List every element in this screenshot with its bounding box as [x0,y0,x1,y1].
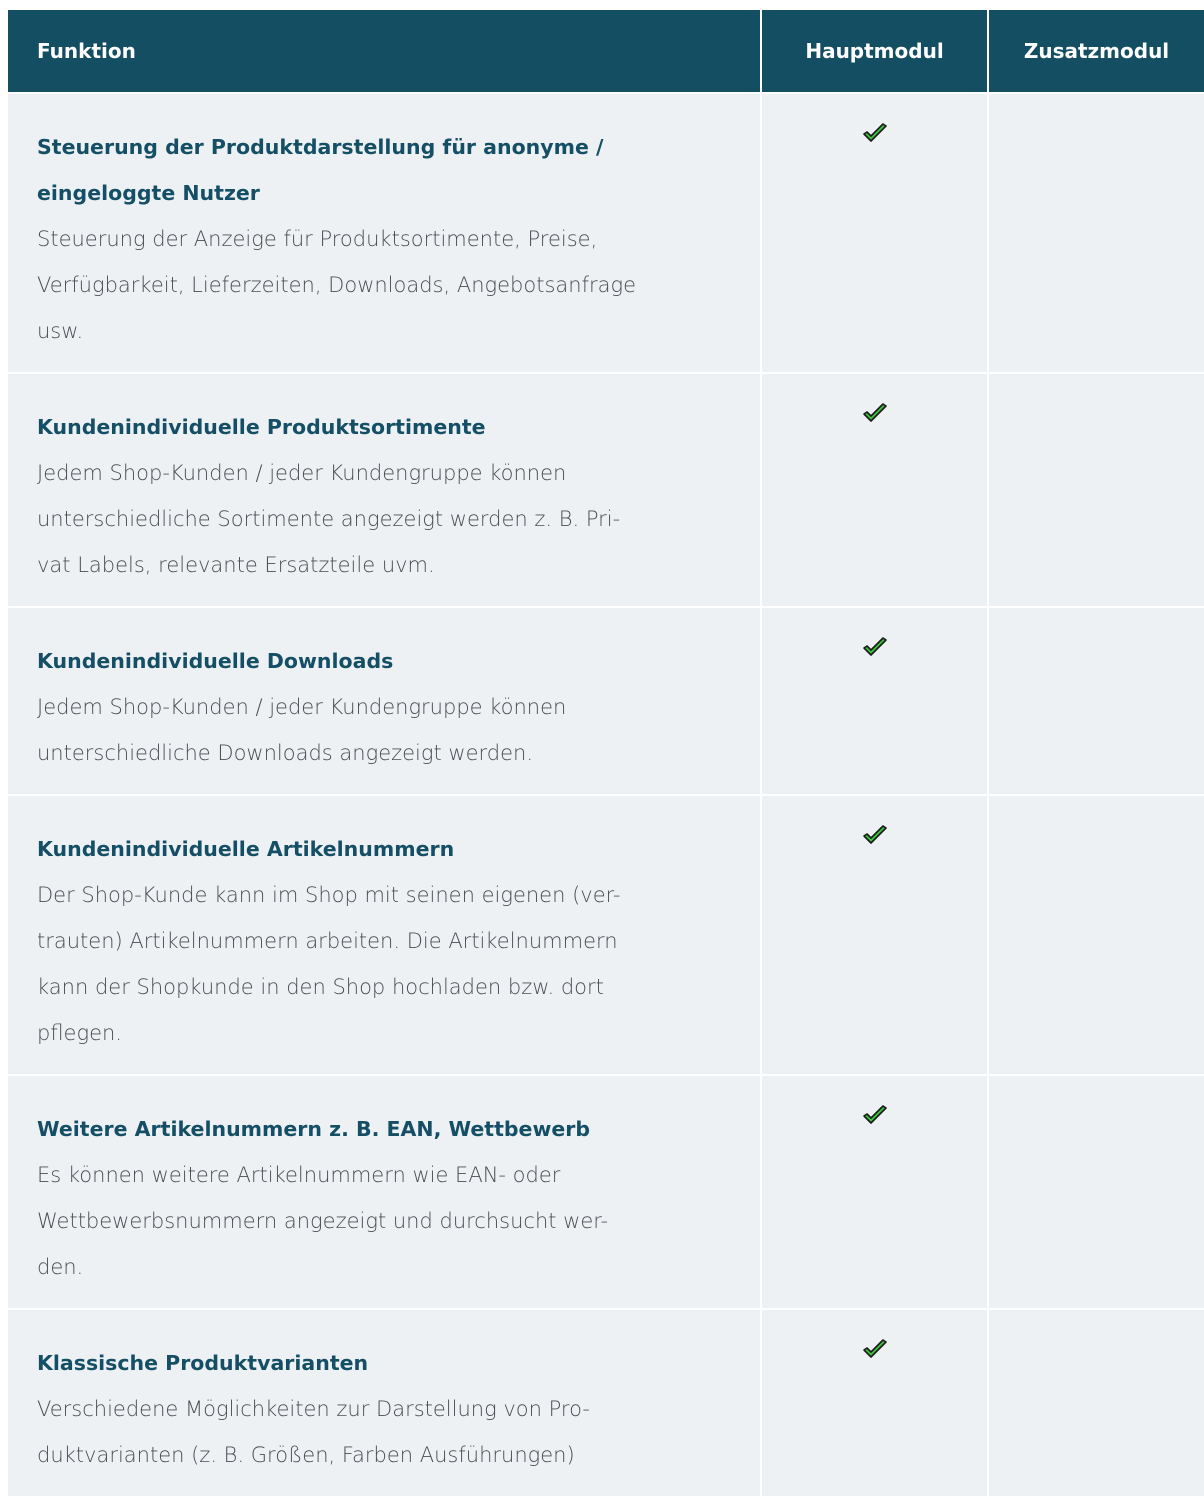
feature-title: Klassische Produktvarianten [37,1351,369,1375]
feature-description: unterschiedliche Sortimente angezeigt we… [37,507,621,531]
feature-description: Verfügbarkeit, Lieferzeiten, Downloads, … [37,273,636,297]
main-module-cell [762,608,987,794]
feature-cell: Klassische Produktvarianten Verschiedene … [8,1310,760,1496]
table-body: Steuerung der Produktdarstellung für ano… [8,94,1204,1496]
feature-description: Der Shop-Kunde kann im Shop mit seinen e… [37,883,621,907]
table-row: Steuerung der Produktdarstellung für ano… [8,94,1204,372]
main-module-cell [762,374,987,606]
feature-title: eingeloggte Nutzer [37,181,260,205]
feature-description: pflegen. [37,1021,122,1045]
addon-module-cell [989,1310,1204,1496]
feature-description: Wettbewerbsnummern angezeigt und durchsu… [37,1209,609,1233]
main-module-cell [762,796,987,1074]
feature-description: trauten) Artikelnummern arbeiten. Die Ar… [37,929,618,953]
feature-description: usw. [37,319,84,343]
feature-cell: Weitere Artikelnummern z. B. EAN, Wettbe… [8,1076,760,1308]
check-icon [862,402,888,424]
feature-title: Kundenindividuelle Artikelnummern [37,837,455,861]
check-icon [862,1104,888,1126]
table-row: Weitere Artikelnummern z. B. EAN, Wettbe… [8,1076,1204,1308]
header-feature: Funktion [8,10,760,92]
feature-cell: Kundenindividuelle Produktsortimente Jede… [8,374,760,606]
feature-title: Steuerung der Produktdarstellung für ano… [37,135,604,159]
feature-comparison-table: Funktion Hauptmodul Zusatzmodul Steuerun… [8,10,1204,1496]
header-addon-module: Zusatzmodul [989,10,1204,92]
feature-cell: Kundenindividuelle Downloads Jedem Shop-K… [8,608,760,794]
feature-description: kann der Shopkunde in den Shop hochladen… [37,975,604,999]
feature-cell: Steuerung der Produktdarstellung für ano… [8,94,760,372]
addon-module-cell [989,1076,1204,1308]
feature-title: Kundenindividuelle Produktsortimente [37,415,486,439]
feature-cell: Kundenindividuelle Artikelnummern Der Sho… [8,796,760,1074]
feature-title: Kundenindividuelle Downloads [37,649,394,673]
header-main-module: Hauptmodul [762,10,987,92]
table-header: Funktion Hauptmodul Zusatzmodul [8,10,1204,92]
main-module-cell [762,1076,987,1308]
feature-description: Steuerung der Anzeige für Produktsortime… [37,227,598,251]
feature-description: vat Labels, relevante Ersatzteile uvm. [37,553,435,577]
feature-description: Jedem Shop-Kunden / jeder Kundengruppe k… [37,461,567,485]
addon-module-cell [989,374,1204,606]
main-module-cell [762,1310,987,1496]
table-row: Kundenindividuelle Downloads Jedem Shop-K… [8,608,1204,794]
table-row: Kundenindividuelle Produktsortimente Jede… [8,374,1204,606]
feature-description: Es können weitere Artikelnummern wie EAN… [37,1163,561,1187]
feature-title: Weitere Artikelnummern z. B. EAN, Wettbe… [37,1117,591,1141]
check-icon [862,824,888,846]
feature-description: den. [37,1255,84,1279]
feature-description: unterschiedliche Downloads angezeigt wer… [37,741,533,765]
table-row: Kundenindividuelle Artikelnummern Der Sho… [8,796,1204,1074]
feature-description: Jedem Shop-Kunden / jeder Kundengruppe k… [37,695,567,719]
check-icon [862,122,888,144]
check-icon [862,1338,888,1360]
feature-description: Verschiedene Möglichkeiten zur Darstellu… [37,1397,590,1421]
feature-description: duktvarianten (z. B. Größen, Farben Ausf… [37,1443,575,1467]
check-icon [862,636,888,658]
main-module-cell [762,94,987,372]
addon-module-cell [989,608,1204,794]
addon-module-cell [989,796,1204,1074]
addon-module-cell [989,94,1204,372]
table-row: Klassische Produktvarianten Verschiedene … [8,1310,1204,1496]
